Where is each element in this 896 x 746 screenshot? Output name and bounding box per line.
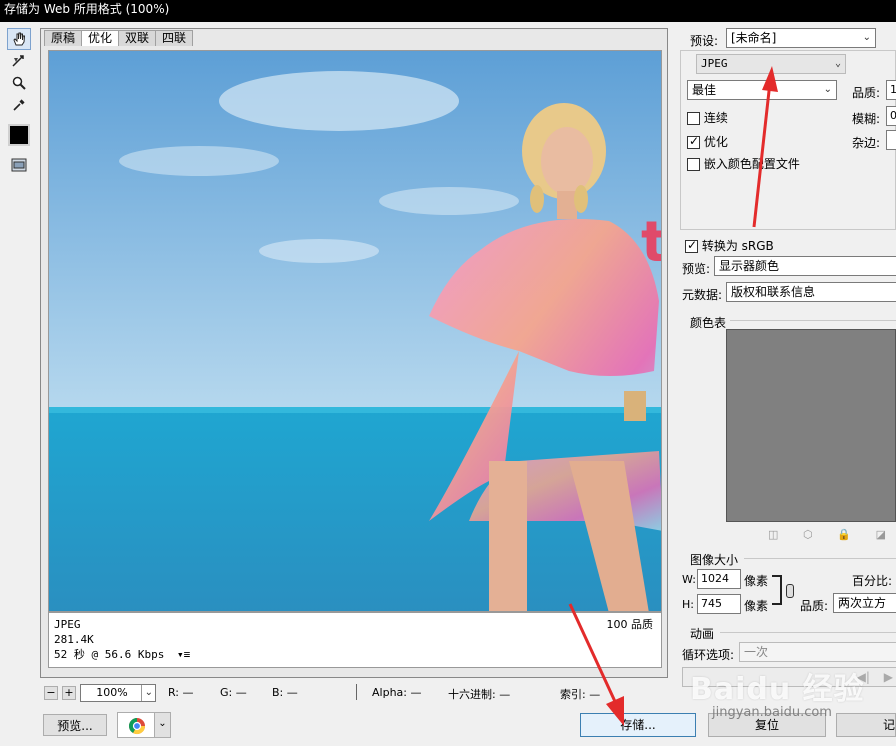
web-snap-icon[interactable]: ⬡ (803, 528, 813, 542)
download-speed-menu-icon[interactable]: ▾≡ (177, 648, 190, 661)
quality-preset-value: 最佳 (692, 83, 717, 97)
preset-label: 预设: (690, 34, 719, 48)
zoom-tool-icon[interactable] (7, 72, 31, 94)
preview-mode-select[interactable]: 显示器颜色 (714, 256, 896, 276)
color-table-divider (730, 320, 896, 321)
image-size-title: 图像大小 (690, 553, 739, 567)
preset-value: [未命名] (731, 31, 777, 45)
eyedropper-color-swatch[interactable] (8, 124, 30, 146)
browser-icon (128, 718, 146, 735)
blur-label: 模糊: (852, 112, 881, 126)
resample-quality-select[interactable]: 两次立方 (833, 593, 896, 613)
width-label: W: (682, 573, 696, 586)
convert-srgb-label: 转换为 sRGB (701, 239, 774, 253)
matte-select[interactable] (886, 130, 896, 150)
animation-title: 动画 (690, 627, 715, 641)
preview-button[interactable]: 预览... (43, 714, 107, 736)
width-unit: 像素 (744, 574, 769, 588)
preview-image[interactable]: t (48, 50, 662, 612)
hand-tool-icon[interactable] (7, 28, 31, 50)
height-unit: 像素 (744, 599, 769, 613)
download-time: 52 秒 @ 56.6 Kbps (54, 648, 165, 661)
slice-select-tool-icon[interactable] (7, 50, 31, 72)
chevron-down-icon: ⌄ (823, 84, 832, 95)
quality-label: 品质: (852, 86, 881, 100)
progressive-checkbox[interactable] (687, 112, 700, 125)
loop-options-label: 循环选项: (682, 648, 735, 662)
preview-mode-value: 显示器颜色 (719, 259, 780, 273)
embed-profile-checkbox[interactable] (687, 158, 700, 171)
optimized-checkbox-row[interactable]: 优化 (687, 133, 728, 150)
alpha-readout: Alpha: — (372, 686, 422, 699)
window-title-bar: 存储为 Web 所用格式 (100%) (0, 0, 896, 22)
next-frame-icon[interactable]: ▶ (884, 670, 893, 684)
width-input[interactable]: 1024 (697, 569, 741, 589)
progressive-checkbox-row[interactable]: 连续 (687, 109, 728, 126)
blur-input[interactable]: 0 (886, 106, 896, 126)
toggle-slices-icon[interactable] (7, 154, 31, 176)
remember-button[interactable]: 记 (836, 713, 896, 737)
height-label: H: (682, 598, 694, 611)
new-color-icon[interactable]: ◪ (876, 528, 886, 542)
constrain-bracket (772, 575, 782, 605)
link-icon[interactable] (786, 584, 794, 598)
resample-quality-label: 品质: (800, 599, 829, 613)
chevron-down-icon: ⌄ (862, 32, 871, 43)
tab-original[interactable]: 原稿 (44, 30, 83, 46)
zoom-level-value: 100% (96, 686, 128, 699)
loop-options-value: 一次 (744, 645, 769, 659)
loop-options-select[interactable]: 一次 (739, 642, 896, 662)
chevron-down-icon: ⌄ (834, 58, 841, 69)
window-title: 存储为 Web 所用格式 (100%) (4, 2, 170, 16)
metadata-select[interactable]: 版权和联系信息 (726, 282, 896, 302)
tab-optimized[interactable]: 优化 (81, 30, 120, 46)
quality-input[interactable]: 1 (886, 80, 896, 100)
browser-preview-select[interactable]: ⌄ (117, 712, 171, 738)
preview-tabs: 原稿 优化 双联 四联 (44, 30, 194, 46)
red-readout: R: — (168, 686, 194, 699)
image-size-divider (744, 558, 896, 559)
map-to-transparent-icon[interactable]: ◫ (768, 528, 778, 542)
progressive-label: 连续 (703, 111, 728, 125)
convert-srgb-checkbox[interactable] (685, 238, 698, 253)
color-table-title: 颜色表 (690, 316, 727, 330)
blue-readout: B: — (272, 686, 298, 699)
height-input[interactable]: 745 (697, 594, 741, 614)
optimized-checkbox[interactable] (687, 134, 700, 149)
eyedropper-tool-icon[interactable] (7, 94, 31, 116)
zoom-level-select[interactable]: 100% ⌄ (80, 684, 156, 702)
zoom-out-button[interactable]: − (44, 686, 58, 700)
optimized-label: 优化 (703, 135, 728, 149)
green-readout: G: — (220, 686, 247, 699)
annotation-arrow-save (568, 603, 624, 726)
metadata-label: 元数据: (682, 288, 723, 302)
chevron-down-icon[interactable]: ⌄ (154, 713, 170, 737)
tab-4-up[interactable]: 四联 (155, 30, 194, 46)
baidu-watermark-logo: Baidu 经验 (690, 672, 865, 707)
percent-label: 百分比: (852, 574, 893, 588)
tab-2-up[interactable]: 双联 (118, 30, 157, 46)
annotation-arrow-format (752, 66, 778, 228)
baidu-watermark-url: jingyan.baidu.com (712, 705, 832, 720)
chevron-down-icon: ⌄ (140, 685, 153, 701)
color-table (726, 329, 896, 522)
preset-select[interactable]: [未命名] ⌄ (726, 28, 876, 48)
matte-label: 杂边: (852, 136, 881, 150)
statusbar-divider (356, 684, 357, 700)
lock-color-icon[interactable]: 🔒 (837, 528, 851, 542)
metadata-value: 版权和联系信息 (731, 285, 816, 299)
resample-quality-value: 两次立方 (838, 596, 887, 610)
color-table-toolbar: ◫ ⬡ 🔒 ◪ (768, 528, 896, 542)
hex-readout: 十六进制: — (448, 688, 511, 701)
convert-srgb-checkbox-row[interactable]: 转换为 sRGB (685, 237, 774, 254)
image-accent-letter: t (641, 210, 662, 275)
animation-divider (720, 632, 896, 633)
file-format-value: JPEG (701, 57, 728, 70)
zoom-in-button[interactable]: + (62, 686, 76, 700)
preview-mode-label: 预览: (682, 262, 711, 276)
